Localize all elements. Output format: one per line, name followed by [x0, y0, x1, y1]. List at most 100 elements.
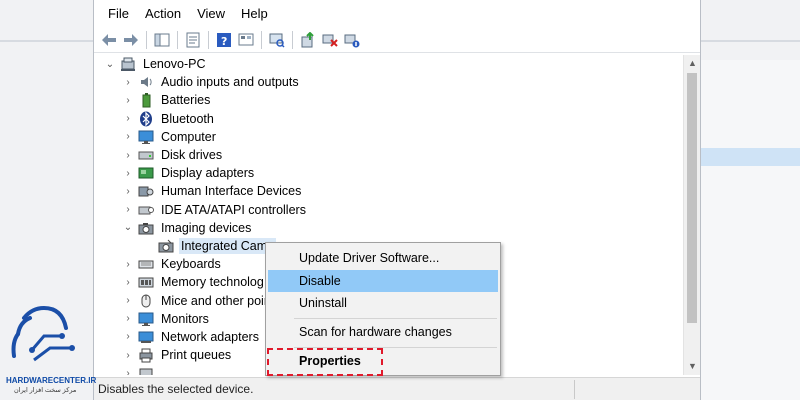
chevron-right-icon[interactable]: ›: [121, 257, 135, 271]
chevron-right-icon[interactable]: ›: [121, 366, 135, 375]
properties-sheet-icon[interactable]: [183, 30, 203, 50]
tree-item-label: Integrated Came: [179, 237, 277, 254]
status-divider: [574, 380, 575, 399]
console-view-icon[interactable]: [236, 30, 256, 50]
chevron-right-icon[interactable]: ›: [121, 166, 135, 180]
logo-tagline: مرکز سخت افزار ایران: [14, 387, 77, 394]
chevron-right-icon[interactable]: ›: [121, 312, 135, 326]
chevron-right-icon[interactable]: ›: [121, 130, 135, 144]
keyboard-icon: [138, 256, 154, 272]
tree-item-label: Bluetooth: [161, 111, 214, 126]
tree-item-hid[interactable]: › Human Interface Devices: [95, 182, 683, 200]
chevron-down-icon[interactable]: ⌄: [103, 57, 117, 71]
logo-site-name: HARDWARECENTER.IR: [6, 376, 97, 385]
tree-item-audio[interactable]: › Audio inputs and outputs: [95, 73, 683, 91]
chevron-right-icon[interactable]: ›: [121, 75, 135, 89]
tree-item-label: Keyboards: [161, 257, 221, 272]
bluetooth-icon: [138, 111, 154, 127]
tree-item-label: Monitors: [161, 311, 209, 326]
status-bar: Disables the selected device.: [94, 377, 700, 400]
tree-item-label: Disk drives: [161, 148, 223, 163]
show-hide-console-tree-icon[interactable]: [152, 30, 172, 50]
tree-item-display-adapters[interactable]: › Display adapters: [95, 164, 683, 182]
menu-scan-hardware[interactable]: Scan for hardware changes: [268, 321, 498, 343]
back-icon[interactable]: [99, 30, 119, 50]
uninstall-device-icon[interactable]: [320, 30, 340, 50]
tree-item-label: Computer: [161, 129, 216, 144]
chevron-right-icon[interactable]: ›: [121, 348, 135, 362]
enable-device-icon[interactable]: [342, 30, 362, 50]
tree-item-label: Mice and other poir: [161, 293, 269, 308]
chevron-right-icon[interactable]: ›: [121, 275, 135, 289]
menu-action[interactable]: Action: [137, 0, 189, 28]
mouse-icon: [138, 293, 154, 309]
tree-item-label: Human Interface Devices: [161, 184, 302, 199]
scan-hardware-icon[interactable]: [267, 30, 287, 50]
toolbar-separator: [208, 31, 209, 49]
device-icon: [138, 365, 154, 375]
menu-help[interactable]: Help: [233, 0, 276, 28]
speaker-icon: [138, 74, 154, 90]
chevron-right-icon[interactable]: ›: [121, 330, 135, 344]
status-text: Disables the selected device.: [98, 382, 254, 396]
tree-item-label: Display adapters: [161, 166, 255, 181]
tree-item-bluetooth[interactable]: › Bluetooth: [95, 110, 683, 128]
menu-view[interactable]: View: [189, 0, 233, 28]
ide-controller-icon: [138, 202, 154, 218]
chevron-right-icon[interactable]: ›: [121, 184, 135, 198]
scroll-up-icon[interactable]: ▲: [684, 55, 701, 71]
scroll-down-icon[interactable]: ▼: [684, 358, 701, 374]
menu-disable[interactable]: Disable: [268, 270, 498, 292]
hid-icon: [138, 183, 154, 199]
menu-update-driver[interactable]: Update Driver Software...: [268, 247, 498, 269]
tree-item-label: Memory technolog: [161, 275, 264, 290]
tree-item-label: Batteries: [161, 93, 211, 108]
toolbar-separator: [177, 31, 178, 49]
menu-disable-label: Disable: [299, 274, 341, 288]
camera-icon: [138, 220, 154, 236]
network-icon: [138, 329, 154, 345]
memory-icon: [138, 274, 154, 290]
properties-highlight-box: [267, 348, 383, 376]
forward-icon[interactable]: [121, 30, 141, 50]
chevron-right-icon[interactable]: ›: [121, 203, 135, 217]
chevron-right-icon[interactable]: ›: [121, 93, 135, 107]
svg-text:?: ?: [221, 35, 227, 48]
help-icon[interactable]: ?: [214, 30, 234, 50]
tree-root-label: Lenovo-PC: [143, 57, 206, 72]
tree-item-label: Network adapters: [161, 329, 259, 344]
tree-item-ide[interactable]: › IDE ATA/ATAPI controllers: [95, 201, 683, 219]
chevron-right-icon[interactable]: ›: [121, 294, 135, 308]
menu-scan-label: Scan for hardware changes: [299, 325, 452, 339]
background-panel: [695, 60, 800, 400]
toolbar-separator: [146, 31, 147, 49]
menu-uninstall-label: Uninstall: [299, 296, 347, 310]
webcam-icon: [158, 238, 174, 254]
chevron-right-icon[interactable]: ›: [121, 112, 135, 126]
menu-update-driver-label: Update Driver Software...: [299, 251, 440, 265]
menu-uninstall[interactable]: Uninstall: [268, 292, 498, 314]
chevron-down-icon[interactable]: ⌄: [121, 221, 135, 235]
tree-item-imaging[interactable]: ⌄ Imaging devices: [95, 219, 683, 237]
toolbar: ?: [94, 28, 700, 53]
menu-file[interactable]: File: [100, 0, 137, 28]
monitor-icon: [138, 311, 154, 327]
tree-item-label: Print queues: [161, 348, 232, 363]
disk-drive-icon: [138, 147, 154, 163]
tree-item-batteries[interactable]: › Batteries: [95, 91, 683, 109]
tree-root[interactable]: ⌄ Lenovo-PC: [95, 55, 683, 73]
vertical-scrollbar[interactable]: ▲ ▼: [683, 55, 700, 375]
tree-item-computer[interactable]: › Computer: [95, 128, 683, 146]
chevron-right-icon[interactable]: ›: [121, 148, 135, 162]
computer-icon: [120, 56, 136, 72]
tree-item-disk-drives[interactable]: › Disk drives: [95, 146, 683, 164]
update-driver-icon[interactable]: [298, 30, 318, 50]
background-divider: [701, 40, 800, 42]
menu-separator: [294, 318, 497, 319]
printer-icon: [138, 347, 154, 363]
toolbar-separator: [261, 31, 262, 49]
tree-item-label: IDE ATA/ATAPI controllers: [161, 202, 306, 217]
battery-icon: [138, 92, 154, 108]
scrollbar-thumb[interactable]: [687, 73, 697, 323]
tree-item-label: Imaging devices: [161, 220, 252, 235]
